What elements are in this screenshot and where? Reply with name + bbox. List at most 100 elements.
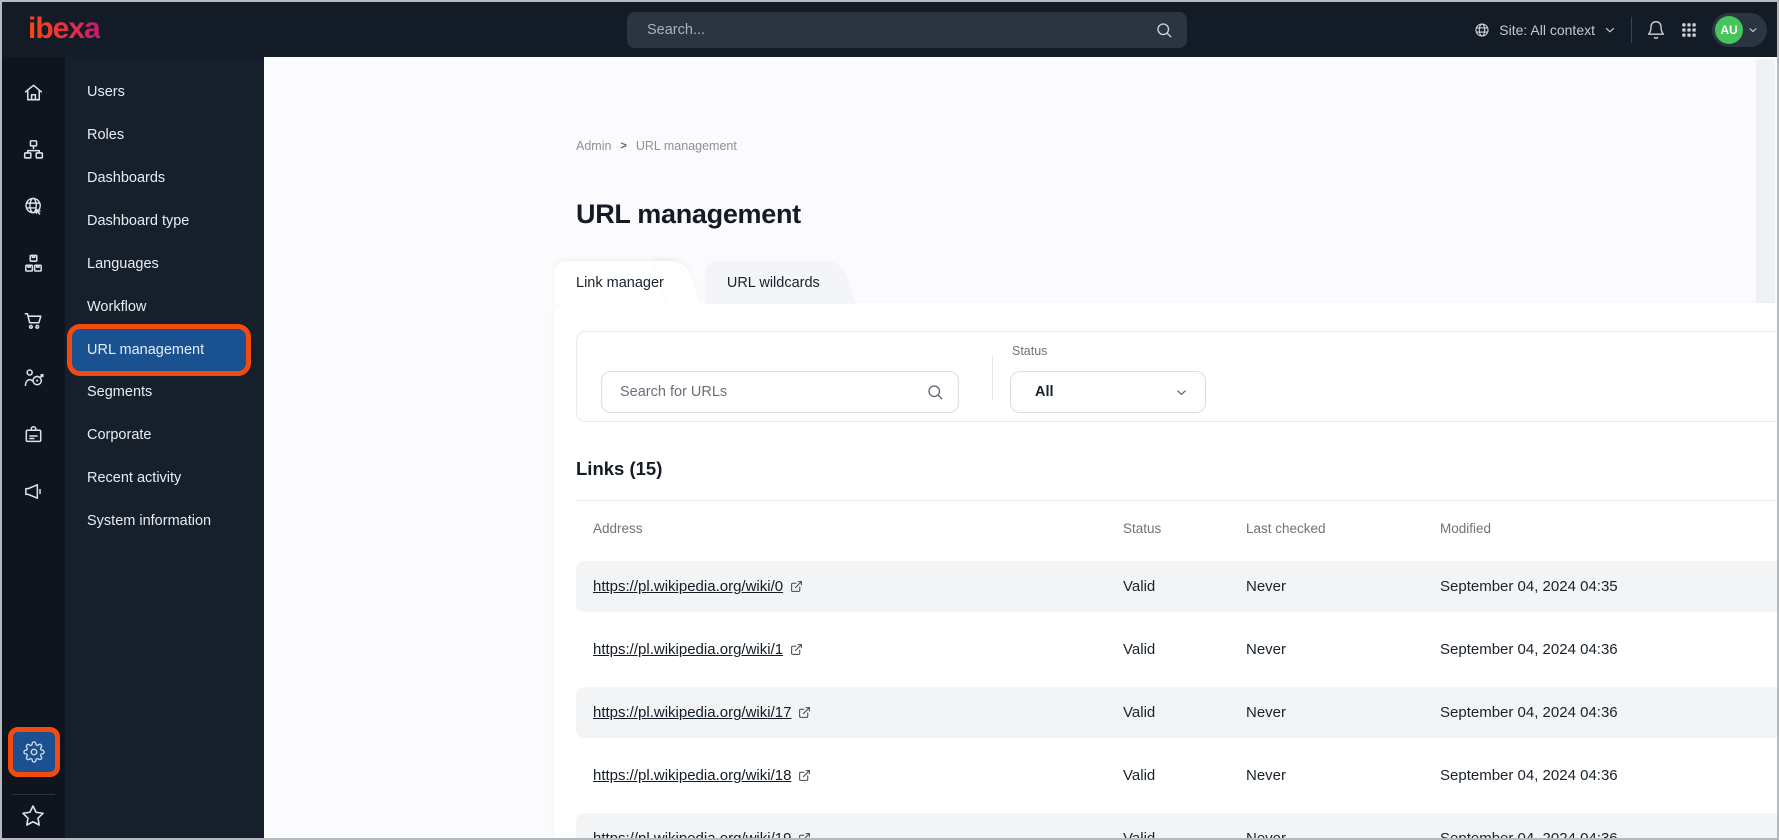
- url-link[interactable]: https://pl.wikipedia.org/wiki/18: [593, 750, 811, 801]
- bookmarks-star-icon[interactable]: [21, 804, 45, 828]
- megaphone-icon[interactable]: [22, 479, 46, 503]
- table-row: https://pl.wikipedia.org/wiki/18 Valid N…: [576, 750, 1777, 801]
- notifications-bell-icon[interactable]: [1646, 20, 1666, 40]
- search-icon[interactable]: [1155, 21, 1173, 39]
- site-context-label: Site: All context: [1499, 21, 1595, 38]
- sidebar-item-label: Dashboards: [87, 170, 166, 186]
- modified-cell: September 04, 2024 04:36: [1440, 704, 1618, 721]
- url-link[interactable]: https://pl.wikipedia.org/wiki/0: [593, 561, 803, 612]
- cart-icon[interactable]: [22, 308, 46, 332]
- highlight-box-settings[interactable]: [8, 727, 60, 777]
- icon-rail: [2, 57, 65, 838]
- topbar: ibexa Site: All context: [2, 2, 1777, 57]
- sidebar-item-corporate[interactable]: Corporate: [65, 414, 264, 457]
- user-menu[interactable]: AU: [1712, 12, 1767, 47]
- content-tree-icon[interactable]: [22, 137, 46, 161]
- topbar-right-cluster: Site: All context AU: [1473, 2, 1767, 57]
- table-header: Address Status Last checked Modified: [576, 500, 1777, 556]
- last-checked-cell: Never: [1246, 578, 1287, 595]
- tab-label: URL wildcards: [726, 274, 820, 291]
- tabs: Link manager URL wildcards: [554, 261, 861, 304]
- search-icon[interactable]: [926, 383, 944, 401]
- modified-cell: September 04, 2024 04:35: [1440, 578, 1618, 595]
- sidebar-menu: Users Roles Dashboards Dashboard type Langua…: [65, 57, 264, 543]
- topbar-divider: [1631, 16, 1632, 43]
- links-table: https://pl.wikipedia.org/wiki/0 Valid Ne…: [576, 561, 1777, 840]
- table-row: https://pl.wikipedia.org/wiki/0 Valid Ne…: [576, 561, 1777, 612]
- sidebar-item-dashboard-type[interactable]: Dashboard type: [65, 200, 264, 243]
- modified-cell: September 04, 2024 04:36: [1440, 830, 1618, 840]
- status-select[interactable]: All: [1010, 371, 1206, 413]
- url-search-field[interactable]: [601, 371, 959, 413]
- url-search-input[interactable]: [618, 383, 926, 401]
- sidebar-item-label: Recent activity: [87, 470, 182, 486]
- status-cell: Valid: [1123, 578, 1156, 595]
- tab-url-wildcards[interactable]: URL wildcards: [704, 261, 857, 304]
- modified-cell: September 04, 2024 04:36: [1440, 767, 1618, 784]
- url-link-text: https://pl.wikipedia.org/wiki/18: [593, 767, 792, 784]
- site-globe-icon[interactable]: [22, 194, 46, 218]
- status-cell: Valid: [1123, 704, 1156, 721]
- sidebar-item-label: Workflow: [87, 299, 147, 315]
- sidebar-item-languages[interactable]: Languages: [65, 243, 264, 286]
- site-globe-icon: [1473, 21, 1491, 39]
- chevron-down-icon: [1174, 385, 1189, 400]
- external-link-icon: [798, 769, 811, 782]
- product-catalog-icon[interactable]: [22, 251, 46, 275]
- global-search[interactable]: [627, 12, 1187, 48]
- app-grid-icon[interactable]: [1680, 21, 1698, 39]
- home-icon[interactable]: [22, 80, 46, 104]
- sidebar-item-segments[interactable]: Segments: [65, 371, 264, 414]
- external-link-icon: [798, 706, 811, 719]
- site-context-dropdown[interactable]: Site: All context: [1473, 21, 1617, 39]
- rail-divider: [12, 794, 55, 795]
- sidebar-item-label: Languages: [87, 256, 159, 272]
- sidebar-item-workflow[interactable]: Workflow: [65, 286, 264, 329]
- personalization-icon[interactable]: [22, 365, 46, 389]
- modified-cell: September 04, 2024 04:36: [1440, 641, 1618, 658]
- app-window: ibexa Site: All context: [0, 0, 1779, 840]
- avatar: AU: [1715, 15, 1743, 44]
- tab-link-manager[interactable]: Link manager: [554, 261, 701, 304]
- column-header-status: Status: [1123, 521, 1162, 536]
- external-link-icon: [790, 580, 803, 593]
- url-link[interactable]: https://pl.wikipedia.org/wiki/17: [593, 687, 811, 738]
- customer-badge-icon[interactable]: [22, 422, 46, 446]
- sidebar-item-label: URL management: [87, 342, 205, 358]
- admin-sidebar: Users Roles Dashboards Dashboard type Langua…: [65, 57, 264, 838]
- column-header-last-checked: Last checked: [1246, 521, 1326, 536]
- table-row: https://pl.wikipedia.org/wiki/17 Valid N…: [576, 687, 1777, 738]
- sidebar-item-label: Segments: [87, 384, 153, 400]
- status-cell: Valid: [1123, 641, 1156, 658]
- external-link-icon: [798, 832, 811, 838]
- status-value: All: [1035, 384, 1054, 400]
- sidebar-item-label: Roles: [87, 127, 125, 143]
- status-cell: Valid: [1123, 830, 1156, 840]
- column-header-address: Address: [593, 521, 643, 536]
- sidebar-item-recent-activity[interactable]: Recent activity: [65, 457, 264, 500]
- table-row: https://pl.wikipedia.org/wiki/19 Valid N…: [576, 813, 1777, 840]
- sidebar-item-roles[interactable]: Roles: [65, 114, 264, 157]
- breadcrumb: Admin > URL management: [576, 139, 737, 153]
- last-checked-cell: Never: [1246, 704, 1287, 721]
- sidebar-item-label: System information: [87, 513, 212, 529]
- url-link[interactable]: https://pl.wikipedia.org/wiki/1: [593, 624, 803, 675]
- breadcrumb-admin[interactable]: Admin: [576, 139, 611, 153]
- table-row: https://pl.wikipedia.org/wiki/1 Valid Ne…: [576, 624, 1777, 675]
- sidebar-item-dashboards[interactable]: Dashboards: [65, 157, 264, 200]
- last-checked-cell: Never: [1246, 767, 1287, 784]
- last-checked-cell: Never: [1246, 641, 1287, 658]
- sidebar-item-url-management-active-highlighted[interactable]: URL management: [72, 329, 246, 371]
- url-link-text: https://pl.wikipedia.org/wiki/0: [593, 578, 784, 595]
- url-link[interactable]: https://pl.wikipedia.org/wiki/19: [593, 813, 811, 838]
- content-card: Status All Links (15) Address Status Las…: [554, 303, 1777, 840]
- sidebar-item-label: Users: [87, 84, 125, 100]
- column-header-modified: Modified: [1440, 521, 1492, 536]
- sidebar-item-label: Dashboard type: [87, 213, 190, 229]
- settings-gear-icon[interactable]: [22, 740, 46, 764]
- global-search-input[interactable]: [645, 21, 1155, 39]
- filter-divider: [992, 356, 993, 400]
- breadcrumb-current: URL management: [635, 139, 737, 153]
- sidebar-item-system-information[interactable]: System information: [65, 500, 264, 543]
- sidebar-item-users[interactable]: Users: [65, 71, 264, 114]
